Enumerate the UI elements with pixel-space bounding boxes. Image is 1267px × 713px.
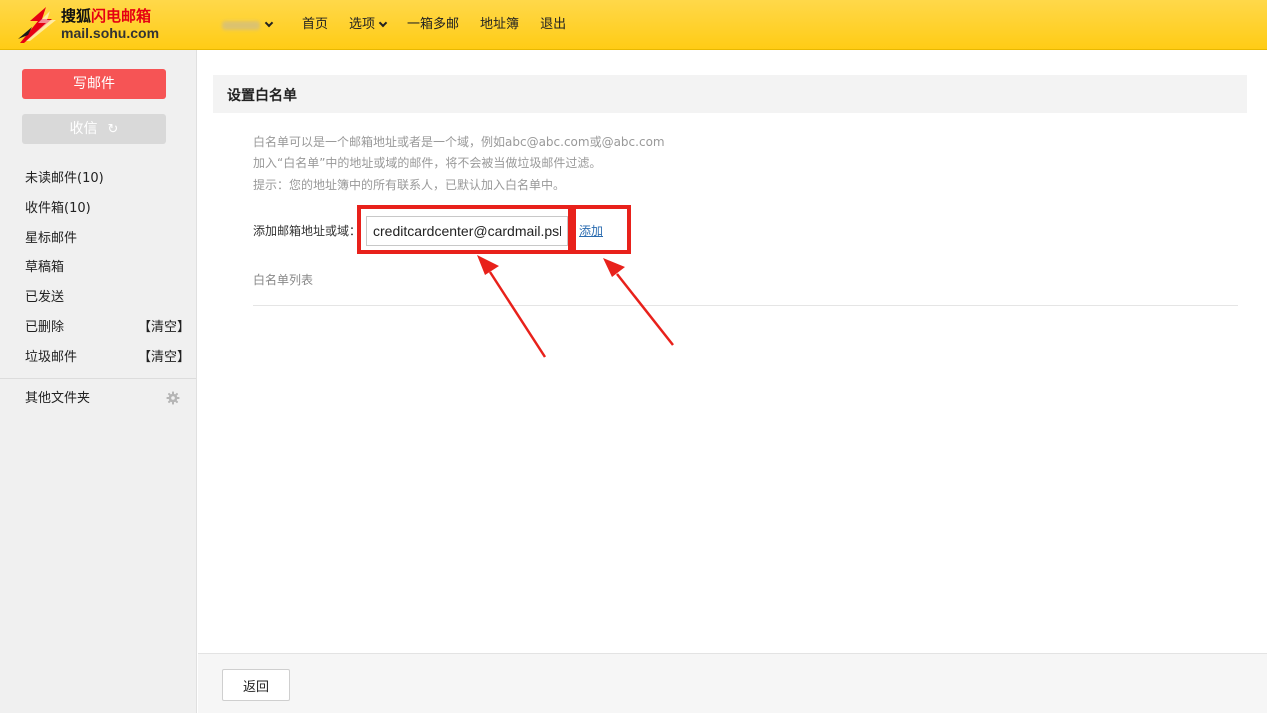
chevron-down-icon — [378, 18, 388, 28]
refresh-icon: ↻ — [107, 122, 119, 137]
folder-drafts[interactable]: 草稿箱 — [0, 253, 196, 283]
nav-logout[interactable]: 退出 — [540, 16, 566, 34]
highlight-box-add — [572, 205, 631, 254]
folder-label: 未读邮件(10) — [25, 171, 104, 186]
nav-home[interactable]: 首页 — [302, 16, 328, 34]
nav-options-label: 选项 — [349, 17, 376, 32]
add-address-label: 添加邮箱地址或域： — [253, 224, 362, 238]
nav-address-book-label: 地址簿 — [480, 17, 520, 32]
hint-line-3: 提示：您的地址簿中的所有联系人，已默认加入白名单中。 — [253, 178, 566, 192]
folder-label: 星标邮件 — [25, 230, 78, 246]
folder-label: 垃圾邮件 — [25, 349, 78, 365]
nav-address-book[interactable]: 地址簿 — [480, 16, 519, 34]
clear-spam-link[interactable]: 【清空】 — [138, 343, 190, 373]
section-header: 设置白名单 — [213, 75, 1247, 113]
folder-label: 草稿箱 — [25, 260, 65, 276]
gear-icon[interactable] — [166, 391, 180, 405]
whitelist-divider — [253, 305, 1238, 306]
receive-label: 收信 — [69, 121, 98, 137]
logo-domain: mail.sohu.com — [61, 25, 160, 41]
lightning-logo-icon — [18, 7, 56, 43]
folder-label: 已发送 — [25, 290, 65, 306]
page-title: 设置白名单 — [227, 88, 297, 104]
folder-label: 已删除 — [25, 319, 65, 335]
nav-multi-mailbox-label: 一箱多邮 — [407, 17, 460, 32]
hint-line-2: 加入“白名单”中的地址或域的邮件，将不会被当做垃圾邮件过滤。 — [253, 156, 602, 170]
highlight-box-input — [357, 205, 572, 254]
logo-title: 搜狐闪电邮箱 — [61, 7, 152, 25]
sidebar: 写邮件 收信 ↻ 未读邮件(10) 收件箱(10) 星标邮件 草稿箱 已发送 已删… — [0, 50, 197, 713]
account-dropdown[interactable] — [222, 17, 274, 33]
chevron-down-icon — [264, 18, 274, 28]
compose-button[interactable]: 写邮件 — [22, 69, 166, 99]
whitelist-list-title: 白名单列表 — [253, 273, 314, 287]
blurred-account-name — [222, 20, 260, 30]
nav-multi-mailbox[interactable]: 一箱多邮 — [407, 16, 459, 34]
folder-deleted[interactable]: 已删除 【清空】 — [0, 313, 196, 343]
folder-list: 未读邮件(10) 收件箱(10) 星标邮件 草稿箱 已发送 已删除 【清空】 垃圾… — [0, 164, 196, 373]
nav-options[interactable]: 选项 — [349, 16, 388, 34]
other-folders[interactable]: 其他文件夹 — [25, 390, 185, 408]
receive-button[interactable]: 收信 ↻ — [22, 114, 166, 144]
other-folders-label: 其他文件夹 — [25, 391, 91, 406]
folder-sent[interactable]: 已发送 — [0, 283, 196, 313]
folder-inbox[interactable]: 收件箱(10) — [0, 194, 196, 224]
back-button[interactable]: 返回 — [222, 669, 290, 701]
arrow-to-input — [477, 255, 547, 358]
folder-spam[interactable]: 垃圾邮件 【清空】 — [0, 343, 196, 373]
nav-home-label: 首页 — [302, 17, 329, 32]
nav-logout-label: 退出 — [540, 17, 567, 32]
sidebar-divider — [0, 378, 196, 379]
folder-unread[interactable]: 未读邮件(10) — [0, 164, 196, 194]
clear-deleted-link[interactable]: 【清空】 — [138, 313, 190, 343]
arrow-to-add-link — [603, 258, 674, 346]
footer-bar: 返回 — [198, 653, 1267, 713]
top-bar: 搜狐闪电邮箱 mail.sohu.com 首页 选项 一箱多邮 地址簿 退出 — [0, 0, 1267, 50]
sohu-mail-logo[interactable]: 搜狐闪电邮箱 mail.sohu.com — [16, 5, 176, 45]
folder-label: 收件箱(10) — [25, 200, 91, 216]
top-nav: 首页 选项 一箱多邮 地址簿 退出 — [302, 16, 587, 34]
hint-line-1: 白名单可以是一个邮箱地址或者是一个域，例如abc@abc.com或@abc.co… — [253, 135, 665, 149]
folder-starred[interactable]: 星标邮件 — [0, 224, 196, 254]
